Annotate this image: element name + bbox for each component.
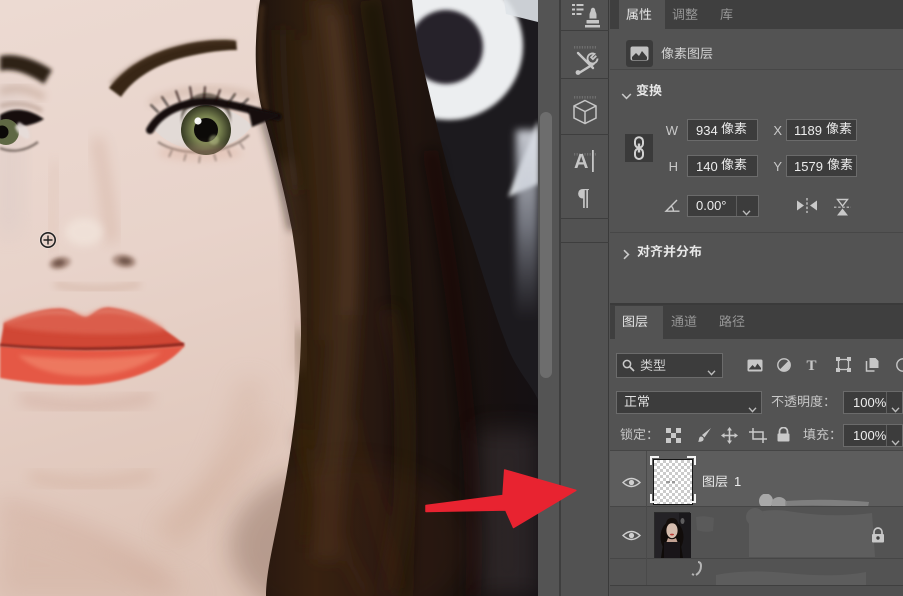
svg-text:A: A (574, 151, 588, 172)
svg-text:T: T (807, 358, 817, 371)
svg-text:¶: ¶ (577, 186, 590, 208)
